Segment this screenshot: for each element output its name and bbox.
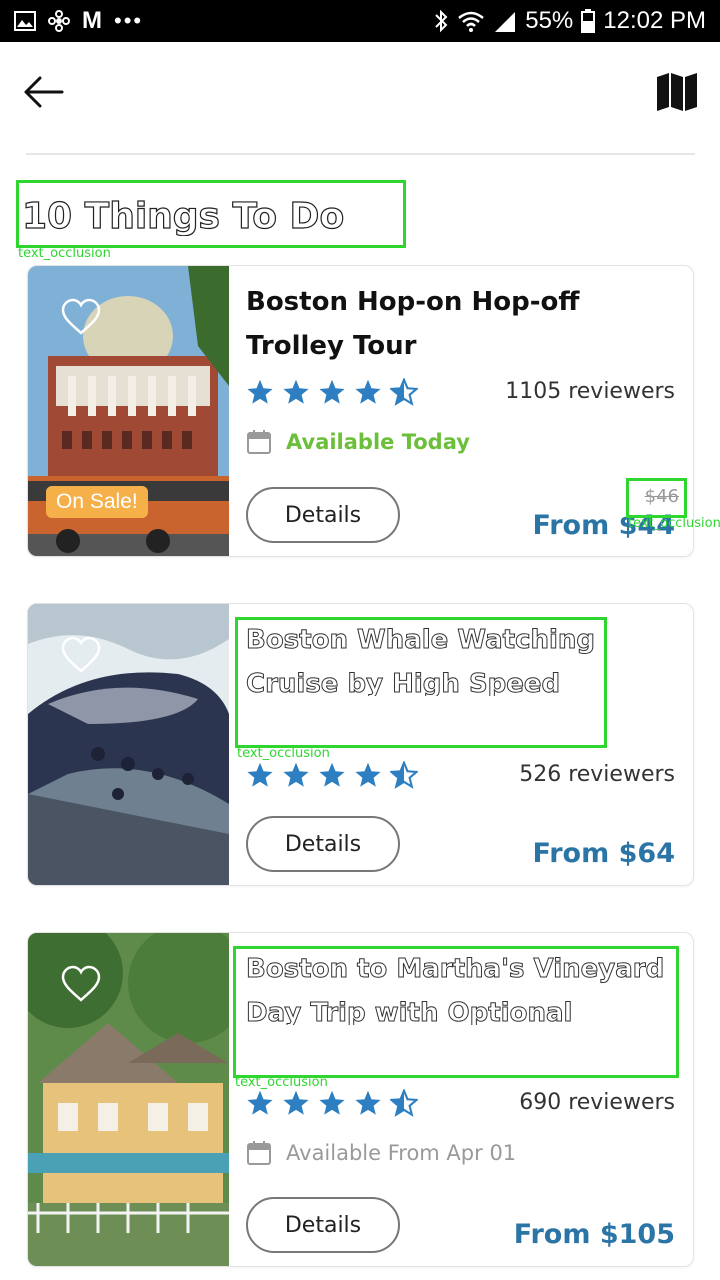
favorite-button[interactable] <box>60 636 102 674</box>
tour-price: From $64 <box>532 838 675 869</box>
star-half-icon <box>390 1089 418 1117</box>
top-bar <box>0 42 720 154</box>
star-full-icon <box>247 1090 273 1115</box>
star-full-icon <box>355 1090 381 1115</box>
star-full-icon <box>247 762 273 787</box>
star-full-icon <box>355 762 381 787</box>
tour-info: Boston Whale Watching Cruise by High Spe… <box>229 604 693 885</box>
gmail-icon: M <box>82 7 102 34</box>
rating-stars <box>246 1089 418 1117</box>
favorite-button[interactable] <box>60 965 102 1003</box>
details-button[interactable]: Details <box>246 1197 400 1253</box>
star-full-icon <box>283 379 309 404</box>
favorite-button[interactable] <box>60 298 102 336</box>
availability-text: Available From Apr 01 <box>286 1141 517 1165</box>
status-bar: M ••• 55% 12:02 PM <box>0 0 720 42</box>
header-divider <box>26 153 695 155</box>
heart-icon <box>61 965 101 1002</box>
review-count: 526 reviewers <box>519 762 675 787</box>
tour-price: From $105 <box>513 1219 675 1250</box>
old-price: $46 <box>644 486 679 507</box>
star-full-icon <box>283 1090 309 1115</box>
calendar-icon <box>247 1141 271 1165</box>
tour-info: Boston Hop-on Hop-off Trolley Tour 1105 … <box>229 266 693 556</box>
page-title: 10 Things To Do <box>22 196 345 236</box>
tour-title: Boston to Martha's Vineyard Day Trip wit… <box>246 954 665 1026</box>
sale-badge: On Sale! <box>46 486 148 518</box>
bluetooth-icon <box>433 9 449 33</box>
tour-title: Boston Whale Watching Cruise by High Spe… <box>246 625 596 697</box>
battery-percent: 55% <box>525 7 574 34</box>
rating-stars <box>246 761 418 789</box>
tour-info: Boston to Martha's Vineyard Day Trip wit… <box>229 933 693 1266</box>
star-full-icon <box>319 1090 345 1115</box>
occlusion-label: text_occlusion <box>18 246 111 261</box>
tour-image <box>28 604 229 885</box>
star-full-icon <box>283 762 309 787</box>
rating-stars <box>246 378 418 406</box>
clock: 12:02 PM <box>603 7 706 34</box>
review-count: 1105 reviewers <box>505 379 675 404</box>
heart-icon <box>61 636 101 673</box>
tour-price: From $44 <box>532 510 675 541</box>
signal-icon <box>493 10 517 32</box>
star-full-icon <box>247 379 273 404</box>
star-half-icon <box>390 761 418 789</box>
gallery-icon <box>14 11 36 31</box>
star-half-icon <box>390 378 418 406</box>
details-button[interactable]: Details <box>246 487 400 543</box>
tour-card[interactable]: Boston Whale Watching Cruise by High Spe… <box>27 603 694 886</box>
battery-icon <box>581 9 596 33</box>
more-icon: ••• <box>114 8 144 33</box>
arrow-left-icon <box>24 76 64 108</box>
availability-text: Available Today <box>286 430 470 454</box>
availability: Available Today <box>246 429 470 455</box>
tour-card[interactable]: Boston to Martha's Vineyard Day Trip wit… <box>27 932 694 1267</box>
map-icon <box>657 73 697 111</box>
pinwheel-icon <box>48 10 70 32</box>
tour-title: Boston Hop-on Hop-off Trolley Tour <box>246 287 580 361</box>
review-count: 690 reviewers <box>519 1090 675 1115</box>
heart-icon <box>61 298 101 335</box>
map-button[interactable] <box>656 72 698 112</box>
tour-image <box>28 933 248 1266</box>
tour-card[interactable]: On Sale! Boston Hop-on Hop-off Trolley T… <box>27 265 694 557</box>
back-button[interactable] <box>22 70 66 114</box>
calendar-icon <box>247 430 271 454</box>
star-full-icon <box>319 762 345 787</box>
star-full-icon <box>355 379 381 404</box>
star-full-icon <box>319 379 345 404</box>
wifi-icon <box>457 10 485 32</box>
availability: Available From Apr 01 <box>246 1140 516 1166</box>
details-button[interactable]: Details <box>246 816 400 872</box>
